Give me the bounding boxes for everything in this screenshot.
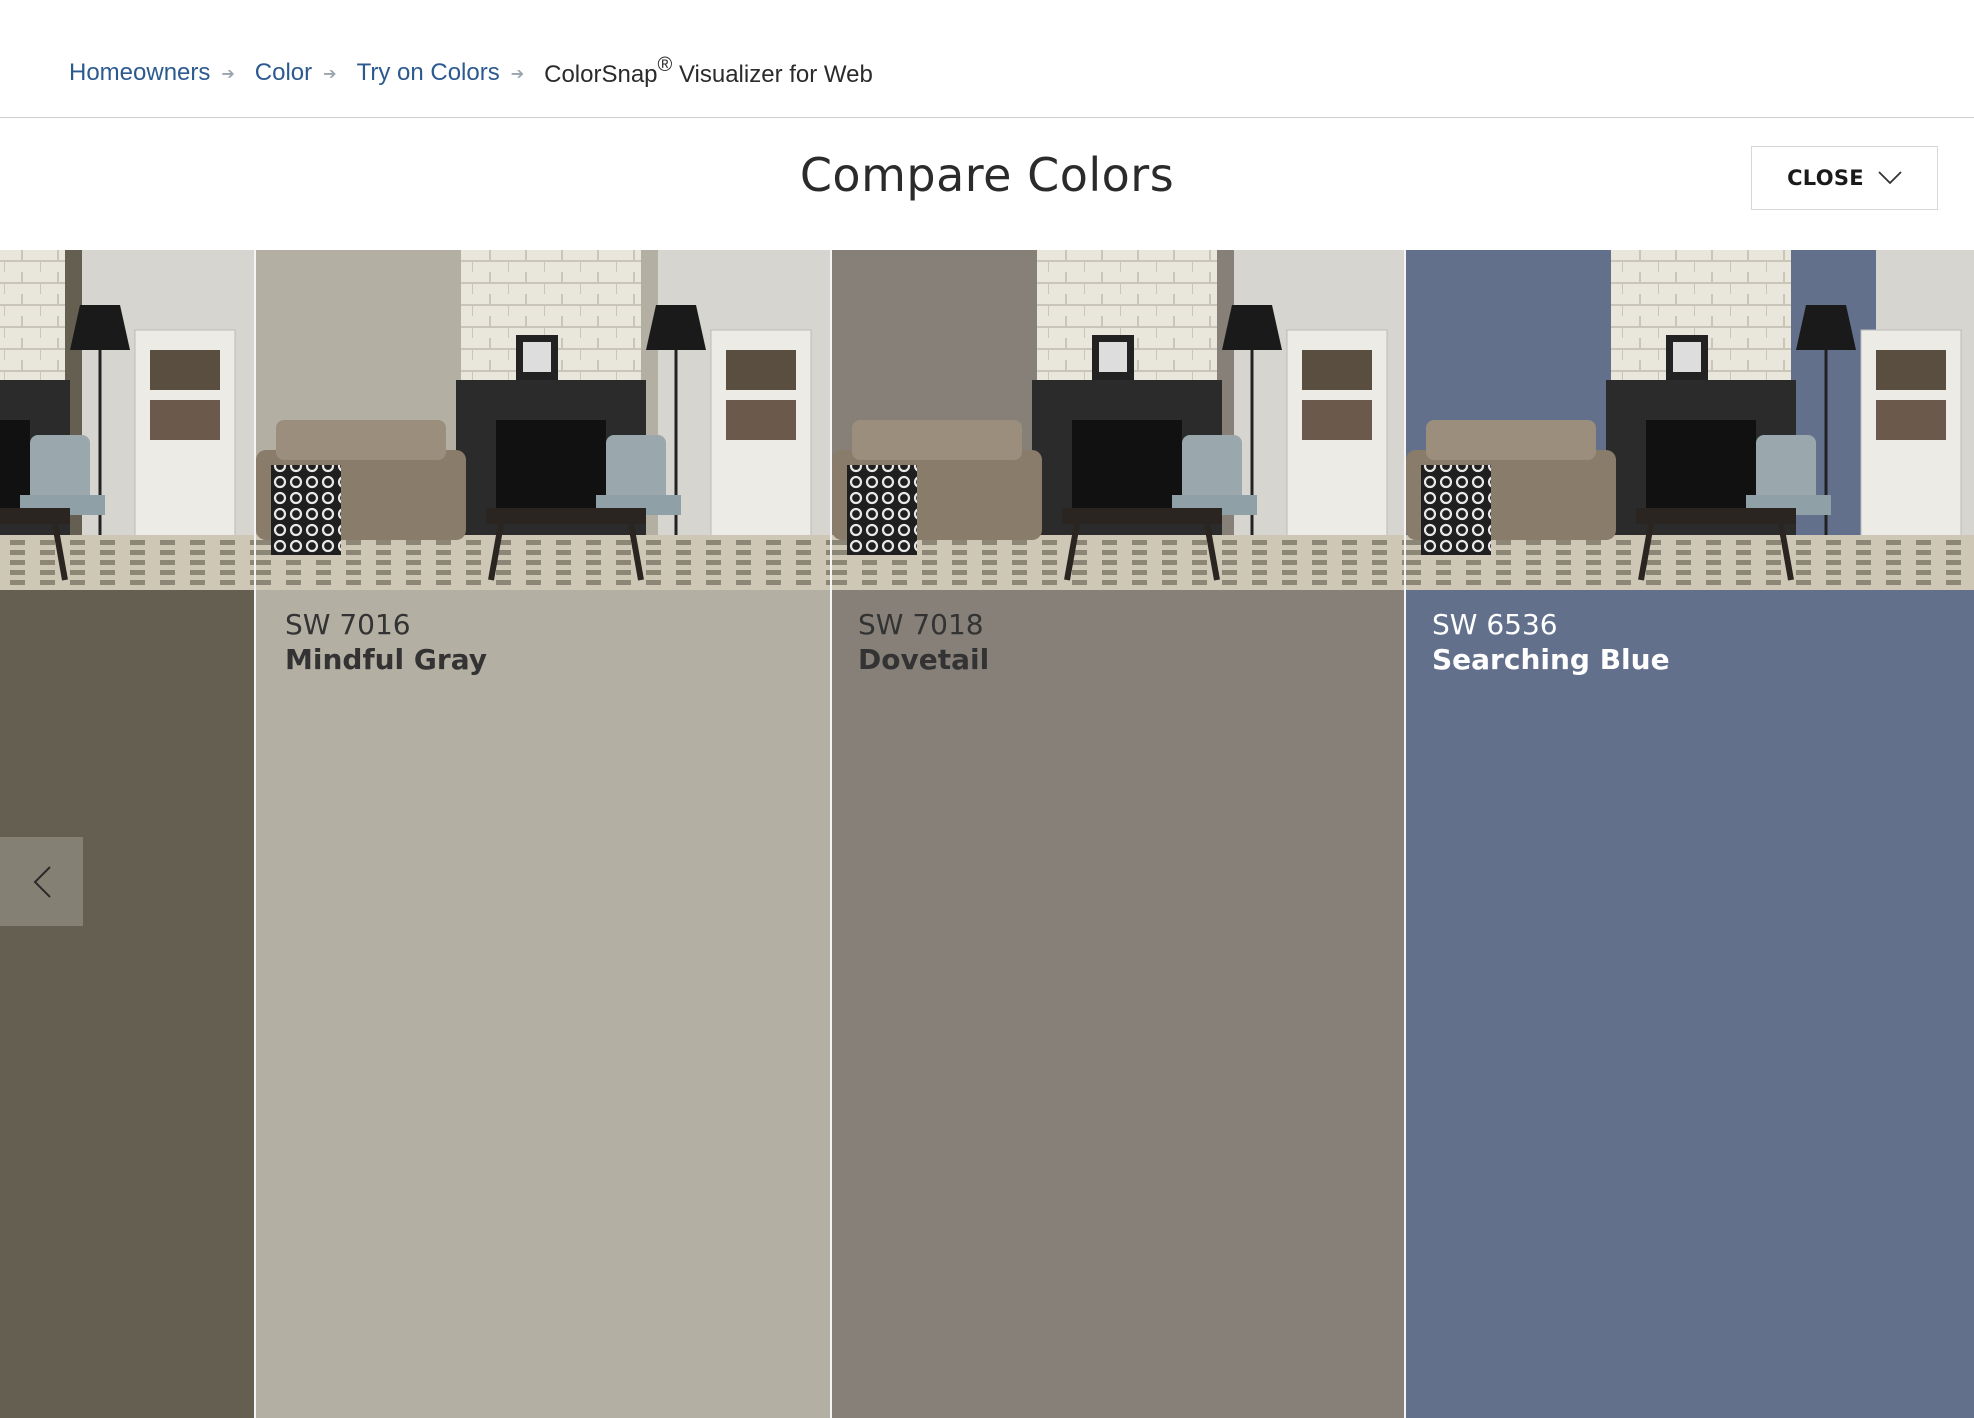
color-swatch — [0, 590, 254, 1418]
color-name: Searching Blue — [1432, 643, 1670, 676]
arrow-right-icon: ➔ — [323, 65, 337, 83]
living-room-photo — [0, 250, 254, 590]
color-column-mindful-gray[interactable]: SW 7016 Mindful Gray — [256, 250, 830, 1418]
breadcrumb-current-page: ColorSnap® Visualizer for Web — [544, 54, 873, 89]
breadcrumb-current-main: ColorSnap — [544, 61, 658, 88]
arrow-right-icon: ➔ — [510, 65, 525, 83]
chevron-down-icon — [1878, 171, 1902, 185]
breadcrumb-homeowners-link[interactable]: Homeowners — [69, 59, 210, 87]
color-swatch — [1406, 590, 1974, 1418]
breadcrumb-color-link[interactable]: Color — [255, 59, 312, 87]
living-room-photo — [832, 250, 1404, 590]
registered-mark: ® — [657, 54, 673, 76]
color-column-searching-blue[interactable]: SW 6536 Searching Blue — [1406, 250, 1974, 1418]
color-column-dovetail[interactable]: SW 7018 Dovetail — [832, 250, 1404, 1418]
color-swatch — [256, 590, 830, 1418]
breadcrumb: Homeowners ➔ Color ➔ Try on Colors ➔ Col… — [69, 54, 873, 89]
breadcrumb-current-rest: Visualizer for Web — [672, 61, 873, 88]
page-title: Compare Colors — [799, 148, 1175, 202]
color-code: SW 6536 — [1432, 608, 1558, 641]
living-room-photo — [256, 250, 830, 590]
previous-color-button[interactable] — [0, 837, 83, 926]
color-column — [0, 250, 254, 1418]
chevron-left-icon — [33, 865, 51, 898]
breadcrumb-try-on-colors-link[interactable]: Try on Colors — [357, 59, 500, 87]
color-code: SW 7016 — [285, 608, 411, 641]
color-name: Dovetail — [858, 643, 990, 676]
arrow-right-icon: ➔ — [221, 65, 235, 83]
color-name: Mindful Gray — [285, 643, 487, 676]
close-button-label: CLOSE — [1787, 166, 1864, 190]
color-swatch — [832, 590, 1404, 1418]
living-room-photo — [1406, 250, 1974, 590]
color-code: SW 7018 — [858, 608, 984, 641]
close-button[interactable]: CLOSE — [1751, 146, 1938, 210]
breadcrumb-bar: Homeowners ➔ Color ➔ Try on Colors ➔ Col… — [0, 0, 1974, 118]
